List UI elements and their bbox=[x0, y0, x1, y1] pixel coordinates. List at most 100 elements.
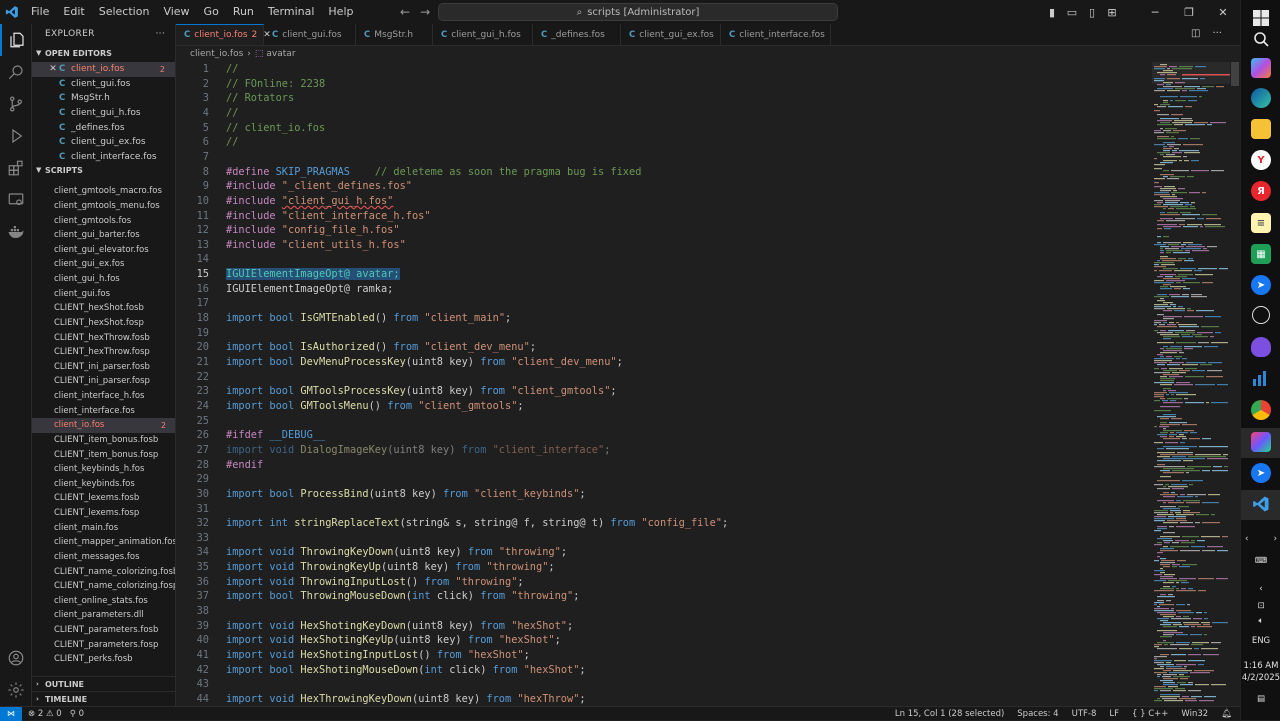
search-view-icon[interactable] bbox=[0, 56, 32, 88]
close-window-button[interactable]: ✕ bbox=[1208, 6, 1238, 19]
editor-tab[interactable]: Cclient_interface.fos bbox=[721, 24, 831, 45]
editor-tab[interactable]: Cclient_gui.fos bbox=[264, 24, 356, 45]
code-line[interactable]: 39 import void HexShotingKeyDown(uint8 ke… bbox=[176, 619, 1146, 634]
ports-status[interactable]: ⚲ 0 bbox=[70, 709, 84, 719]
code-line[interactable]: 11 #include "client_interface_h.fos" bbox=[176, 209, 1146, 224]
file-item[interactable]: client_gui_elevator.fos bbox=[32, 243, 175, 258]
toggle-panel-icon[interactable]: ▭ bbox=[1064, 6, 1080, 19]
back-icon[interactable]: ← bbox=[400, 5, 410, 19]
yandex-browser-icon[interactable]: Я bbox=[1251, 181, 1271, 201]
file-item[interactable]: client_gmtools_macro.fos bbox=[32, 184, 175, 199]
file-item[interactable]: CLIENT_hexThrow.fosp bbox=[32, 345, 175, 360]
code-line[interactable]: 28 #endif bbox=[176, 458, 1146, 473]
file-item[interactable]: client_gui_barter.fos bbox=[32, 228, 175, 243]
file-item[interactable]: client_messages.fos bbox=[32, 550, 175, 565]
editor-tab[interactable]: Cclient_gui_ex.fos bbox=[621, 24, 721, 45]
notification-center-icon[interactable]: ▤ bbox=[1241, 694, 1280, 704]
menu-help[interactable]: Help bbox=[321, 0, 360, 24]
code-line[interactable]: 18 import bool IsGMTEnabled() from "clien… bbox=[176, 311, 1146, 326]
end-of-line[interactable]: LF bbox=[1109, 709, 1119, 719]
split-editor-icon[interactable]: ◫ bbox=[1191, 28, 1200, 39]
file-item[interactable]: CLIENT_name_colorizing.fosp bbox=[32, 579, 175, 594]
command-center-search[interactable]: ⌕ scripts [Administrator] bbox=[438, 3, 838, 21]
messenger-icon[interactable]: ➤ bbox=[1251, 275, 1271, 295]
code-line[interactable]: 10 #include "client_gui_h.fos" bbox=[176, 194, 1146, 209]
toggle-secondary-sidebar-icon[interactable]: ▯ bbox=[1084, 6, 1100, 19]
code-line[interactable]: 8 #define SKIP_PRAGMAS // deleteme as soo… bbox=[176, 165, 1146, 180]
code-line[interactable]: 38 bbox=[176, 604, 1146, 619]
editor-tab[interactable]: C MsgStr.h bbox=[356, 24, 433, 45]
notifications-icon[interactable]: 🔔︎ bbox=[1221, 709, 1232, 719]
maximize-button[interactable]: ❐ bbox=[1174, 6, 1204, 19]
code-line[interactable]: 15 IGUIElementImageOpt@ avatar; bbox=[176, 267, 1146, 282]
code-editor[interactable]: 1 // 2 // FOnline: 2238 3 // Rotators 4 // 5 // c… bbox=[176, 62, 1146, 706]
code-line[interactable]: 44 import void HexThrowingKeyDown(uint8 k… bbox=[176, 692, 1146, 706]
toggle-sidebar-icon[interactable]: ▮ bbox=[1044, 6, 1060, 19]
file-item[interactable]: CLIENT_ini_parser.fosb bbox=[32, 360, 175, 375]
chrome-icon[interactable] bbox=[1251, 400, 1271, 420]
open-editor-item[interactable]: Cclient_interface.fos bbox=[32, 150, 175, 165]
open-editor-item[interactable]: Cclient_gui.fos bbox=[32, 77, 175, 92]
code-line[interactable]: 17 bbox=[176, 296, 1146, 311]
file-item[interactable]: CLIENT_hexThrow.fosb bbox=[32, 330, 175, 345]
code-line[interactable]: 26 #ifdef __DEBUG__ bbox=[176, 428, 1146, 443]
file-item[interactable]: CLIENT_ini_parser.fosp bbox=[32, 374, 175, 389]
file-item[interactable]: client_interface.fos bbox=[32, 403, 175, 418]
code-line[interactable]: 34 import void ThrowingKeyDown(uint8 key)… bbox=[176, 545, 1146, 560]
code-line[interactable]: 30 import bool ProcessBind(uint8 key) fro… bbox=[176, 487, 1146, 502]
open-editor-item[interactable]: ✕ Cclient_io.fos 2 bbox=[32, 62, 175, 77]
code-line[interactable]: 27 import void DialogImageKey(uint8 key) … bbox=[176, 443, 1146, 458]
file-item[interactable]: client_io.fos 2 bbox=[32, 418, 175, 433]
open-editor-item[interactable]: C _defines.fos bbox=[32, 120, 175, 135]
editor-tab[interactable]: Cclient_io.fos 2 ✕ bbox=[176, 24, 271, 45]
code-line[interactable]: 43 bbox=[176, 677, 1146, 692]
code-line[interactable]: 9 #include "_client_defines.fos" bbox=[176, 179, 1146, 194]
file-item[interactable]: client_keybinds_h.fos bbox=[32, 462, 175, 477]
notepad-icon[interactable]: ≡ bbox=[1251, 213, 1271, 233]
code-line[interactable]: 7 bbox=[176, 150, 1146, 165]
file-item[interactable]: client_main.fos bbox=[32, 520, 175, 535]
encoding[interactable]: UTF-8 bbox=[1072, 709, 1097, 719]
file-item[interactable]: CLIENT_item_bonus.fosp bbox=[32, 447, 175, 462]
more-actions-icon[interactable]: ··· bbox=[156, 29, 165, 39]
file-item[interactable]: CLIENT_perks.fosb bbox=[32, 652, 175, 667]
code-line[interactable]: 16 IGUIElementImageOpt@ ramka; bbox=[176, 282, 1146, 297]
menu-view[interactable]: View bbox=[156, 0, 196, 24]
scrollbar-thumb[interactable] bbox=[1231, 62, 1239, 86]
code-line[interactable]: 36 import void ThrowingInputLost() from "… bbox=[176, 575, 1146, 590]
file-item[interactable]: client_gmtools_menu.fos bbox=[32, 199, 175, 214]
language-mode[interactable]: { } C++ bbox=[1132, 709, 1168, 719]
explorer-icon[interactable] bbox=[0, 24, 32, 56]
app-purple-icon[interactable] bbox=[1251, 337, 1271, 357]
scroll-right-icon[interactable]: › bbox=[1274, 534, 1277, 544]
windows-icon[interactable] bbox=[1251, 8, 1271, 28]
code-line[interactable]: 41 import void HexShotingInputLost() from… bbox=[176, 648, 1146, 663]
scripts-header[interactable]: ▼ SCRIPTS bbox=[32, 163, 175, 177]
docker-icon[interactable] bbox=[0, 216, 32, 248]
code-line[interactable]: 21 import bool DevMenuProcessKey(uint8 ke… bbox=[176, 355, 1146, 370]
code-line[interactable]: 40 import void HexShotingKeyUp(uint8 key)… bbox=[176, 633, 1146, 648]
language-indicator[interactable]: ENG bbox=[1241, 636, 1280, 646]
code-line[interactable]: 19 bbox=[176, 326, 1146, 341]
file-item[interactable]: CLIENT_item_bonus.fosb bbox=[32, 433, 175, 448]
file-item[interactable]: client_mapper_animation.fos bbox=[32, 535, 175, 550]
file-item[interactable]: CLIENT_hexShot.fosb bbox=[32, 301, 175, 316]
code-line[interactable]: 2 // FOnline: 2238 bbox=[176, 77, 1146, 92]
open-editor-item[interactable]: Cclient_gui_ex.fos bbox=[32, 135, 175, 150]
cursor-position[interactable]: Ln 15, Col 1 (28 selected) bbox=[895, 709, 1004, 719]
minimize-button[interactable]: ─ bbox=[1140, 6, 1170, 19]
file-item[interactable]: CLIENT_lexems.fosb bbox=[32, 491, 175, 506]
code-line[interactable]: 33 bbox=[176, 531, 1146, 546]
extensions-icon[interactable] bbox=[0, 152, 32, 184]
copilot-icon[interactable] bbox=[1251, 58, 1271, 78]
close-icon[interactable]: ✕ bbox=[47, 64, 59, 74]
code-line[interactable]: 23 import bool GMToolsProcessKey(uint8 ke… bbox=[176, 384, 1146, 399]
vscode-icon[interactable] bbox=[1251, 494, 1271, 514]
code-line[interactable]: 6 // bbox=[176, 135, 1146, 150]
menu-file[interactable]: File bbox=[24, 0, 56, 24]
sheets-icon[interactable]: ▦ bbox=[1251, 244, 1271, 264]
open-editors-header[interactable]: ▼ OPEN EDITORS bbox=[32, 44, 175, 62]
openai-icon[interactable] bbox=[1252, 306, 1270, 324]
code-line[interactable]: 31 bbox=[176, 502, 1146, 517]
indentation[interactable]: Spaces: 4 bbox=[1017, 709, 1058, 719]
